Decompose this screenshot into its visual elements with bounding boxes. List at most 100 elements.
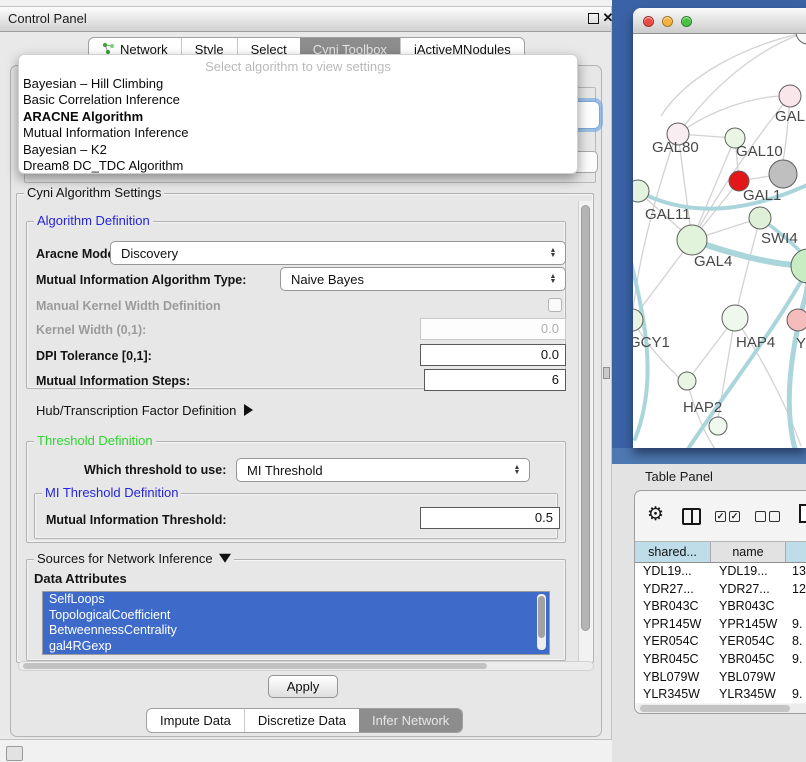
algorithm-option[interactable]: ARACNE Algorithm [19,109,577,125]
algorithm-option[interactable]: Bayesian – K2 [19,142,577,158]
cyni-algorithm-settings-title: Cyni Algorithm Settings [24,185,164,200]
network-node-label: GCY1 [633,334,670,351]
float-window-icon[interactable] [585,10,601,26]
splitter-handle[interactable] [603,367,610,379]
expanded-arrow-icon [219,554,231,563]
network-node[interactable] [678,372,696,390]
column-header-partial[interactable] [786,542,806,562]
node-table-panel: ⚙ ✓ ✓ shared... name YDL19...YDL19...13Y… [634,490,806,714]
columns-icon[interactable] [682,508,701,525]
table-panel-title: Table Panel [645,469,713,484]
kernel-width-field[interactable]: 0.0 [420,318,566,340]
mi-threshold-label: Mutual Information Threshold: [46,513,227,527]
network-canvas[interactable]: GALGAL80GAL10GAL1GAL11SWI4GAL4GCY1HAP4YH… [633,34,806,448]
network-node-label: GAL11 [645,206,691,223]
table-horizontal-scrollbar[interactable] [637,704,806,713]
select-all-icon[interactable]: ✓ [715,511,726,522]
data-attributes-label: Data Attributes [34,571,127,586]
network-node-label: GAL1 [743,187,781,204]
deselect-all-icon[interactable] [755,511,766,522]
network-node[interactable] [677,225,707,255]
mi-threshold-group-title: MI Threshold Definition [42,485,181,500]
table-rows: YDL19...YDL19...13YDR27...YDR27...12YBR0… [635,563,806,703]
export-table-icon[interactable] [799,504,806,523]
algorithm-definition-title: Algorithm Definition [34,213,153,228]
which-threshold-label: Which threshold to use: [84,463,226,477]
mi-algorithm-type-label: Mutual Information Algorithm Type: [36,273,246,287]
aracne-mode-combobox[interactable]: Discovery ▲▼ [110,241,566,265]
desktop-background-strip [612,448,806,464]
table-row[interactable]: YDL19...YDL19...13 [635,563,806,581]
table-row[interactable]: YER054CYER054C8. [635,633,806,651]
gear-icon[interactable]: ⚙ [647,505,664,524]
hub-definition-expander[interactable]: Hub/Transcription Factor Definition [36,403,253,418]
algorithm-option[interactable]: Mutual Information Inference [19,125,577,141]
network-node[interactable] [796,34,806,44]
minimize-traffic-light[interactable] [662,16,673,27]
table-panel-region: Table Panel ⚙ ✓ ✓ shared... name YDL19..… [612,464,806,762]
tab-discretize-data[interactable]: Discretize Data [244,709,359,732]
network-node[interactable] [769,160,797,188]
manual-kernel-width-label: Manual Kernel Width Definition [36,299,221,313]
deselect-all-icon[interactable] [769,511,780,522]
dpi-tolerance-label: DPI Tolerance [0,1]: [36,349,152,363]
attributes-scrollbar[interactable] [537,594,546,650]
mi-steps-field[interactable]: 6 [424,369,566,391]
table-row[interactable]: YBR043CYBR043C [635,598,806,616]
sources-group-title[interactable]: Sources for Network Inference [34,551,234,566]
select-all-icon[interactable]: ✓ [729,511,740,522]
network-node[interactable] [749,207,771,229]
column-header-name[interactable]: name [711,542,786,562]
collapsed-arrow-icon [244,404,253,416]
algorithm-option[interactable]: Dream8 DC_TDC Algorithm [19,158,577,174]
table-row[interactable]: YBR045CYBR045C9. [635,651,806,669]
control-panel-titlebar: Control Panel ✕ [0,7,611,32]
screen: Control Panel ✕ Network Style Select Cyn… [0,0,806,762]
table-row[interactable]: YDR27...YDR27...12 [635,581,806,599]
stepper-arrows-icon: ▲▼ [546,274,560,285]
mi-steps-label: Mutual Information Steps: [36,374,190,388]
control-panel-window: Control Panel ✕ Network Style Select Cyn… [0,6,612,740]
mi-threshold-field[interactable]: 0.5 [420,507,560,529]
network-node[interactable] [709,417,727,435]
network-node-label: GAL [775,108,805,125]
table-row[interactable]: YBL079WYBL079W [635,669,806,687]
which-threshold-combobox[interactable]: MI Threshold ▲▼ [236,458,530,482]
tab-impute-data[interactable]: Impute Data [147,709,244,732]
network-edge-highlighted[interactable] [688,278,803,448]
dpi-tolerance-field[interactable]: 0.0 [420,344,566,366]
algorithm-dropdown-list: Bayesian – Hill ClimbingBasic Correlatio… [19,76,577,174]
data-attribute-item[interactable]: BetweennessCentrality [43,623,549,639]
tab-infer-network[interactable]: Infer Network [359,709,462,732]
table-row[interactable]: YPR145WYPR145W9. [635,616,806,634]
data-attribute-item[interactable]: gal4RGexp [43,639,549,655]
apply-button[interactable]: Apply [268,675,338,698]
algorithm-option[interactable]: Bayesian – Hill Climbing [19,76,577,92]
data-attribute-item[interactable]: TopologicalCoefficient [43,608,549,624]
column-header-shared-name[interactable]: shared... [635,542,711,562]
data-attributes-listbox: SelfLoopsTopologicalCoefficientBetweenne… [42,591,550,655]
network-node[interactable] [787,309,806,331]
network-edge[interactable] [735,218,760,318]
settings-vertical-scrollbar[interactable] [578,201,592,663]
manual-kernel-width-checkbox[interactable] [548,298,562,312]
network-node[interactable] [791,249,806,283]
stepper-arrows-icon: ▲▼ [546,248,560,259]
network-node[interactable] [779,85,801,107]
close-traffic-light[interactable] [643,16,654,27]
mi-algorithm-type-combobox[interactable]: Naive Bayes ▲▼ [280,267,566,291]
settings-horizontal-scrollbar[interactable] [18,661,594,671]
zoom-traffic-light[interactable] [681,16,692,27]
network-node-label: HAP2 [683,399,722,416]
network-node[interactable] [722,305,748,331]
aracne-mode-label: Aracne Mode: [36,247,119,261]
threshold-definition-title: Threshold Definition [34,433,156,448]
network-node-label: HAP4 [736,334,775,351]
table-row[interactable]: YLR345WYLR345W9. [635,686,806,703]
data-attribute-item[interactable]: SelfLoops [43,592,549,608]
table-header-row: shared... name [635,541,806,563]
algorithm-option[interactable]: Basic Correlation Inference [19,92,577,108]
network-view-window: GALGAL80GAL10GAL1GAL11SWI4GAL4GCY1HAP4YH… [633,8,806,448]
minimized-panel-icon[interactable] [6,746,23,761]
network-node-label: SWI4 [761,230,798,247]
